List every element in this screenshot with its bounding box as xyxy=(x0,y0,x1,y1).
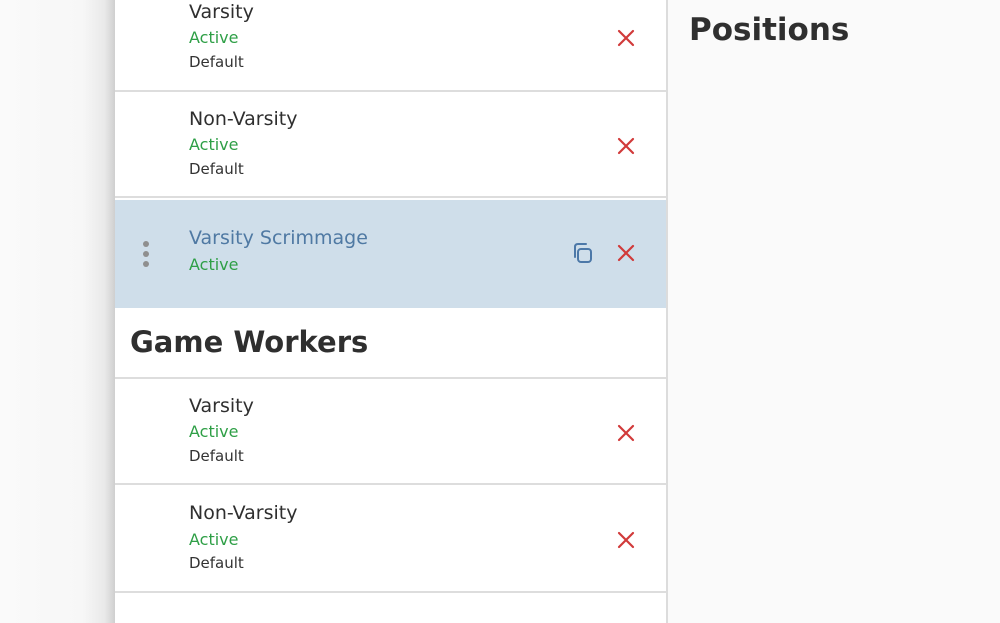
drag-handle-icon xyxy=(143,241,149,267)
x-icon xyxy=(617,244,635,262)
row-title: Varsity xyxy=(189,395,254,417)
row-status: Active xyxy=(189,255,239,274)
row-status: Active xyxy=(189,530,239,549)
row-meta: Default xyxy=(189,160,244,178)
page-root: Varsity Active Default Non-Varsity Activ… xyxy=(0,0,1000,623)
section-header-game-workers: Game Workers xyxy=(115,308,666,379)
x-icon xyxy=(617,424,635,442)
list-item-varsity-game-workers[interactable]: Varsity Active Default xyxy=(115,379,666,485)
delete-button[interactable] xyxy=(616,136,636,156)
left-shadow xyxy=(0,0,115,623)
x-icon xyxy=(617,137,635,155)
row-status: Active xyxy=(189,28,239,47)
x-icon xyxy=(617,29,635,47)
row-title: Varsity xyxy=(189,1,254,23)
delete-button[interactable] xyxy=(616,423,636,443)
delete-button[interactable] xyxy=(616,28,636,48)
positions-title: Positions xyxy=(689,12,850,48)
list-item-partial xyxy=(115,595,666,623)
drag-handle[interactable] xyxy=(141,240,151,270)
row-status: Active xyxy=(189,135,239,154)
section-title: Game Workers xyxy=(130,325,369,359)
copy-button[interactable] xyxy=(570,241,594,265)
delete-button[interactable] xyxy=(616,243,636,263)
x-icon xyxy=(617,531,635,549)
row-meta: Default xyxy=(189,53,244,71)
row-title: Non-Varsity xyxy=(189,502,298,524)
list-panel: Varsity Active Default Non-Varsity Activ… xyxy=(115,0,668,623)
row-meta: Default xyxy=(189,554,244,572)
row-status: Active xyxy=(189,422,239,441)
delete-button[interactable] xyxy=(616,530,636,550)
copy-icon xyxy=(574,243,592,263)
row-meta: Default xyxy=(189,447,244,465)
list-item-varsity-top[interactable]: Varsity Active Default xyxy=(115,0,666,92)
list-item-varsity-scrimmage[interactable]: Varsity Scrimmage Active xyxy=(115,200,666,308)
list-item-non-varsity-top[interactable]: Non-Varsity Active Default xyxy=(115,92,666,198)
list-item-non-varsity-game-workers[interactable]: Non-Varsity Active Default xyxy=(115,487,666,593)
row-title: Non-Varsity xyxy=(189,108,298,130)
row-title: Varsity Scrimmage xyxy=(189,227,368,249)
